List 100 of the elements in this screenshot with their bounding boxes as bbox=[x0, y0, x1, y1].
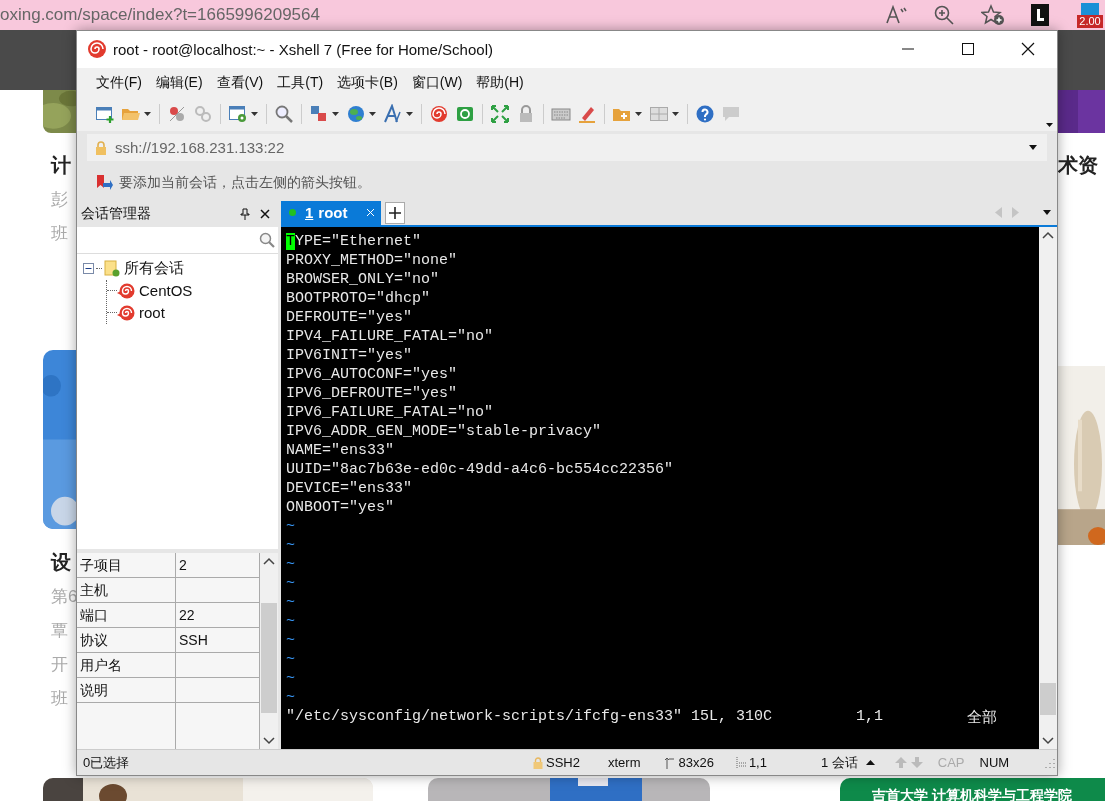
collapse-toggle-icon[interactable] bbox=[83, 263, 94, 275]
terminal-line: ~ bbox=[286, 554, 295, 574]
maximize-icon[interactable] bbox=[961, 42, 975, 57]
zoom-icon[interactable] bbox=[933, 4, 955, 26]
cursor-position: 1,1 bbox=[748, 755, 767, 771]
property-name: 用户名 bbox=[77, 653, 176, 678]
terminal-line: NAME="ens33" bbox=[286, 440, 395, 460]
tree-item[interactable]: 所有会话 bbox=[124, 259, 184, 279]
terminal-line: IPV6_FAILURE_FATAL="no" bbox=[286, 402, 494, 422]
terminal-line: IPV4_FAILURE_FATAL="no" bbox=[286, 326, 494, 346]
search-icon[interactable] bbox=[274, 104, 294, 125]
app-logo-icon bbox=[87, 39, 107, 60]
tree-item[interactable]: root bbox=[139, 304, 165, 322]
terminal-line: ~ bbox=[286, 630, 295, 650]
new-tab-button[interactable] bbox=[385, 201, 405, 224]
cursor-position: 1,1 bbox=[856, 706, 884, 726]
dropdown-arrow-icon[interactable] bbox=[406, 112, 413, 117]
settings-icon[interactable] bbox=[228, 104, 248, 125]
dropdown-arrow-icon[interactable] bbox=[672, 112, 679, 117]
terminal-type: xterm bbox=[607, 755, 641, 771]
card-title: 设 bbox=[51, 550, 72, 574]
dropdown-arrow-icon[interactable] bbox=[144, 112, 151, 117]
terminal-line: IPV6INIT="yes" bbox=[286, 345, 413, 365]
menu-item[interactable]: 工具(T) bbox=[277, 73, 324, 92]
resize-grip-icon[interactable] bbox=[1045, 757, 1055, 768]
scroll-up-icon[interactable] bbox=[263, 557, 275, 566]
terminal-size: 83x26 bbox=[678, 755, 714, 771]
scroll-down-icon[interactable] bbox=[263, 737, 275, 746]
highlighter-icon[interactable] bbox=[577, 104, 597, 125]
terminal-line: "/etc/sysconfig/network-scripts/ifcfg-ens33" 15L, 310C bbox=[286, 706, 773, 726]
scroll-thumb[interactable] bbox=[261, 603, 277, 714]
terminal-line: IPV6_DEFROUTE="yes" bbox=[286, 383, 458, 403]
session-icon bbox=[117, 282, 135, 299]
property-name: 主机 bbox=[77, 578, 176, 603]
favorites-icon[interactable] bbox=[981, 4, 1005, 26]
session-count[interactable]: 1 会话 bbox=[820, 753, 858, 772]
scroll-up-icon[interactable] bbox=[1042, 230, 1054, 239]
plus-icon bbox=[389, 206, 401, 219]
folder-icon bbox=[104, 260, 120, 278]
terminal-line: IPV6_ADDR_GEN_MODE="stable-privacy" bbox=[286, 421, 602, 441]
terminal-line: ~ bbox=[286, 592, 295, 612]
address-field[interactable]: ssh://192.168.231.133:22 bbox=[87, 134, 1047, 162]
dropdown-arrow-icon[interactable] bbox=[1043, 210, 1051, 216]
terminal[interactable] bbox=[281, 226, 1039, 750]
extension-icon[interactable] bbox=[1031, 4, 1049, 26]
key-indicator: NUM bbox=[979, 755, 1010, 771]
menu-item[interactable]: 查看(V) bbox=[216, 73, 264, 92]
bookmark-arrow-icon[interactable] bbox=[95, 173, 113, 192]
terminal-line: ~ bbox=[286, 516, 295, 536]
menu-item[interactable]: 编辑(E) bbox=[155, 73, 203, 92]
protocol-text: SSH2 bbox=[546, 755, 580, 771]
search-icon[interactable] bbox=[259, 231, 275, 248]
scroll-thumb[interactable] bbox=[1040, 683, 1056, 716]
terminal-line: ~ bbox=[286, 573, 295, 593]
scroll-scope: 全部 bbox=[967, 706, 998, 726]
dropdown-arrow-icon[interactable] bbox=[251, 112, 258, 117]
menu-item[interactable]: 文件(F) bbox=[96, 73, 142, 92]
terminal-line: ONBOOT="yes" bbox=[286, 497, 395, 517]
lock-icon bbox=[95, 140, 107, 155]
property-name: 说明 bbox=[77, 678, 176, 703]
card-title: 术资 bbox=[1058, 153, 1099, 177]
card-text: 开 bbox=[51, 654, 69, 676]
dropdown-arrow-icon[interactable] bbox=[1029, 145, 1037, 151]
card-text: 覃 bbox=[51, 620, 69, 642]
toolbar-overflow-icon[interactable] bbox=[1046, 122, 1053, 127]
scrollbar[interactable] bbox=[260, 553, 278, 750]
menu-item[interactable]: 窗口(W) bbox=[411, 73, 463, 92]
selection-count: 0已选择 bbox=[83, 753, 131, 772]
terminal-line: DEVICE="ens33" bbox=[286, 478, 413, 498]
menu-item[interactable]: 帮助(H) bbox=[476, 73, 524, 92]
terminal-line: BOOTPROTO="dhcp" bbox=[286, 288, 431, 308]
dropdown-arrow-icon[interactable] bbox=[332, 112, 339, 117]
terminal-line: DEFROUTE="yes" bbox=[286, 307, 413, 327]
font-icon[interactable] bbox=[383, 104, 403, 125]
terminal-line: ~ bbox=[286, 611, 295, 631]
caret-up-icon[interactable] bbox=[865, 760, 875, 766]
tab[interactable]: 1 root bbox=[281, 200, 381, 225]
dropdown-arrow-icon[interactable] bbox=[635, 112, 642, 117]
close-icon[interactable] bbox=[1021, 42, 1035, 57]
scrollbar[interactable] bbox=[1039, 226, 1057, 750]
hint-text: 要添加当前会话，点击左侧的箭头按钮。 bbox=[119, 173, 371, 192]
fullscreen-icon[interactable] bbox=[490, 104, 510, 125]
terminal-line: ~ bbox=[286, 668, 295, 688]
close-icon[interactable] bbox=[260, 208, 270, 219]
url-text[interactable]: oxing.com/space/index?t=1665996209564 bbox=[0, 5, 320, 25]
globe-icon[interactable] bbox=[346, 104, 366, 125]
spiral-icon[interactable] bbox=[429, 104, 449, 125]
read-aloud-icon[interactable] bbox=[885, 5, 907, 25]
card-title: 计 bbox=[51, 153, 72, 177]
new-window-icon[interactable] bbox=[95, 104, 115, 125]
menu-item[interactable]: 选项卡(B) bbox=[337, 73, 398, 92]
card-text: 彭 bbox=[51, 189, 69, 211]
scroll-down-icon[interactable] bbox=[1042, 737, 1054, 746]
terminal-line: ~ bbox=[286, 649, 295, 669]
help-icon[interactable] bbox=[695, 104, 715, 125]
pin-icon[interactable] bbox=[240, 207, 250, 220]
dropdown-arrow-icon[interactable] bbox=[369, 112, 376, 117]
terminal-line: BROWSER_ONLY="no" bbox=[286, 269, 440, 289]
property-name: 子项目 bbox=[77, 553, 176, 578]
tree-item[interactable]: CentOS bbox=[139, 282, 193, 300]
